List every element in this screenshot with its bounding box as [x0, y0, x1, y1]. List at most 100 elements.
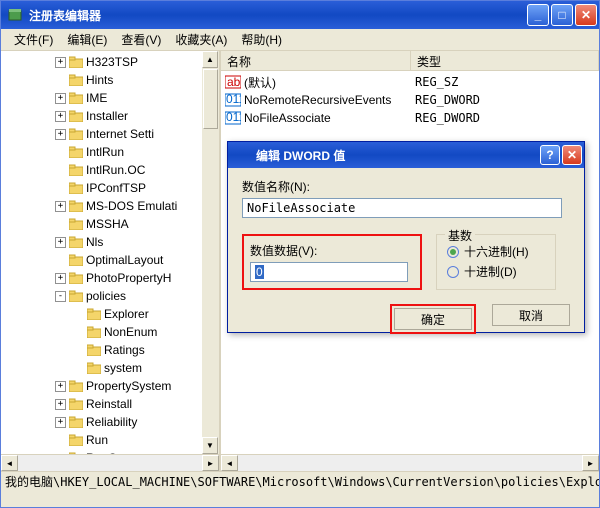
base-label: 基数	[445, 227, 475, 244]
value-type: REG_DWORD	[411, 111, 484, 125]
ok-highlight: 确定	[390, 304, 476, 334]
tree-item[interactable]: IntlRun	[5, 143, 219, 161]
tree-label: MS-DOS Emulati	[86, 199, 177, 213]
tree-item[interactable]: IPConfTSP	[5, 179, 219, 197]
cancel-button[interactable]: 取消	[492, 304, 570, 326]
folder-icon	[69, 272, 83, 284]
folder-icon	[69, 128, 83, 140]
tree-label: Hints	[86, 73, 113, 87]
folder-icon	[69, 416, 83, 428]
tree-label: H323TSP	[86, 55, 138, 69]
dialog-titlebar[interactable]: 编辑 DWORD 值 ? ✕	[228, 142, 584, 168]
toggle-icon[interactable]: +	[55, 129, 66, 140]
tree-item[interactable]: + MS-DOS Emulati	[5, 197, 219, 215]
scroll-left-button[interactable]: ◄	[221, 455, 238, 471]
value-name: NoRemoteRecursiveEvents	[244, 93, 391, 107]
tree-item[interactable]: Ratings	[5, 341, 219, 359]
tree-item[interactable]: +PhotoPropertyH	[5, 269, 219, 287]
tree-item[interactable]: IntlRun.OC	[5, 161, 219, 179]
tree-item[interactable]: OptimalLayout	[5, 251, 219, 269]
value-name-field[interactable]: NoFileAssociate	[242, 198, 562, 218]
maximize-button[interactable]: □	[551, 4, 573, 26]
col-type[interactable]: 类型	[411, 51, 599, 70]
col-name[interactable]: 名称	[221, 51, 411, 70]
tree-scroll-h[interactable]: ◄ ►	[1, 454, 219, 471]
close-button[interactable]: ✕	[575, 4, 597, 26]
tree-label: Explorer	[104, 307, 149, 321]
list-row[interactable]: 011NoRemoteRecursiveEvents REG_DWORD	[221, 91, 599, 109]
toggle-icon[interactable]: +	[55, 399, 66, 410]
tree-item[interactable]: + H323TSP	[5, 53, 219, 71]
values-list[interactable]: ab(默认)REG_SZ 011NoRemoteRecursiveEvents RE…	[221, 71, 599, 129]
base-group: 基数 十六进制(H) 十进制(D)	[436, 234, 556, 290]
tree-label: IntlRun	[86, 145, 124, 159]
toggle-icon[interactable]: +	[55, 273, 66, 284]
radio-dec[interactable]: 十进制(D)	[447, 263, 545, 280]
folder-icon	[87, 308, 101, 320]
tree-item[interactable]: system	[5, 359, 219, 377]
tree-item[interactable]: +Installer	[5, 107, 219, 125]
value-type: REG_DWORD	[411, 93, 484, 107]
menu-view[interactable]: 查看(V)	[114, 29, 168, 50]
value-icon: ab	[225, 75, 241, 89]
list-row[interactable]: 011NoFileAssociateREG_DWORD	[221, 109, 599, 127]
toggle-icon[interactable]: +	[55, 111, 66, 122]
toggle-icon[interactable]: +	[55, 381, 66, 392]
value-icon: 011	[225, 93, 241, 107]
tree-item[interactable]: +IME	[5, 89, 219, 107]
radio-hex[interactable]: 十六进制(H)	[447, 243, 545, 260]
regedit-window: 注册表编辑器 _ □ ✕ 文件(F) 编辑(E) 查看(V) 收藏夹(A) 帮助…	[0, 0, 600, 508]
scroll-down-button[interactable]: ▼	[202, 437, 218, 454]
tree-item[interactable]: Run	[5, 431, 219, 449]
tree[interactable]: + H323TSP Hints +IME+Installer+Internet Set…	[1, 51, 219, 471]
tree-item[interactable]: + Reliability	[5, 413, 219, 431]
menu-file[interactable]: 文件(F)	[7, 29, 60, 50]
tree-item[interactable]: +Internet Setti	[5, 125, 219, 143]
folder-icon	[69, 380, 83, 392]
dialog-close-button[interactable]: ✕	[562, 145, 582, 165]
tree-item[interactable]: Explorer	[5, 305, 219, 323]
toggle-icon[interactable]: +	[55, 93, 66, 104]
minimize-button[interactable]: _	[527, 4, 549, 26]
tree-label: Reliability	[86, 415, 137, 429]
values-scroll-h[interactable]: ◄ ►	[221, 454, 599, 471]
tree-label: system	[104, 361, 142, 375]
menubar: 文件(F) 编辑(E) 查看(V) 收藏夹(A) 帮助(H)	[1, 29, 599, 51]
menu-help[interactable]: 帮助(H)	[234, 29, 289, 50]
menu-edit[interactable]: 编辑(E)	[60, 29, 114, 50]
scroll-thumb[interactable]	[203, 69, 218, 129]
titlebar[interactable]: 注册表编辑器 _ □ ✕	[1, 1, 599, 29]
tree-item[interactable]: Hints	[5, 71, 219, 89]
menu-favorites[interactable]: 收藏夹(A)	[168, 29, 234, 50]
scroll-up-button[interactable]: ▲	[202, 51, 218, 68]
value-data-text: 0	[255, 265, 264, 279]
tree-item[interactable]: + Nls	[5, 233, 219, 251]
radio-dec-label: 十进制(D)	[464, 263, 517, 280]
toggle-icon[interactable]: +	[55, 237, 66, 248]
tree-item[interactable]: -policies	[5, 287, 219, 305]
toggle-icon[interactable]: +	[55, 417, 66, 428]
scroll-left-button[interactable]: ◄	[1, 455, 18, 471]
tree-item[interactable]: + Reinstall	[5, 395, 219, 413]
window-title: 注册表编辑器	[27, 7, 527, 24]
svg-text:011: 011	[226, 93, 241, 106]
help-button[interactable]: ?	[540, 145, 560, 165]
tree-label: OptimalLayout	[86, 253, 163, 267]
folder-icon	[69, 92, 83, 104]
list-row[interactable]: ab(默认)REG_SZ	[221, 73, 599, 91]
scroll-right-button[interactable]: ►	[202, 455, 219, 471]
toggle-icon[interactable]: +	[55, 57, 66, 68]
tree-item[interactable]: MSSHA	[5, 215, 219, 233]
tree-item[interactable]: NonEnum	[5, 323, 219, 341]
tree-label: Nls	[86, 235, 103, 249]
value-data-field[interactable]: 0	[250, 262, 408, 282]
radio-hex-label: 十六进制(H)	[464, 243, 529, 260]
tree-item[interactable]: +PropertySystem	[5, 377, 219, 395]
tree-scroll-v[interactable]: ▲ ▼	[202, 51, 219, 454]
toggle-icon[interactable]: +	[55, 201, 66, 212]
tree-label: MSSHA	[86, 217, 129, 231]
ok-button[interactable]: 确定	[394, 308, 472, 330]
tree-label: Reinstall	[86, 397, 132, 411]
toggle-icon[interactable]: -	[55, 291, 66, 302]
scroll-right-button[interactable]: ►	[582, 455, 599, 471]
